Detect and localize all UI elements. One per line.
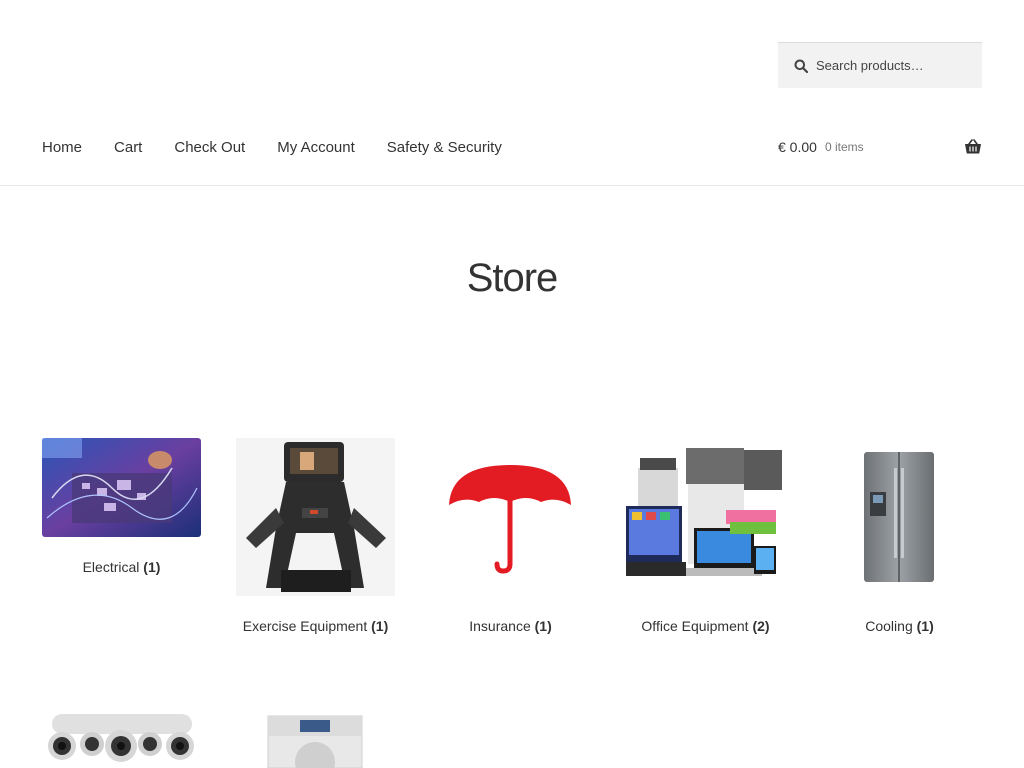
category-name: Exercise Equipment xyxy=(242,618,368,634)
nav-safety-security[interactable]: Safety & Security xyxy=(387,139,502,156)
nav-home[interactable]: Home xyxy=(42,139,82,156)
site-header: Home Cart Check Out My Account Safety & … xyxy=(0,0,1024,186)
refrigerator-image xyxy=(820,438,979,596)
category-name: Cooling xyxy=(865,618,913,634)
washing-machine-image xyxy=(236,700,395,768)
category-count: (1) xyxy=(534,618,552,634)
category-electrical[interactable]: Electrical (1) xyxy=(42,438,201,575)
search-input[interactable] xyxy=(816,58,966,73)
category-exercise-equipment[interactable]: Exercise Equipment (1) xyxy=(236,438,395,634)
category-cooling[interactable]: Cooling (1) xyxy=(820,438,979,634)
cart-amount: € 0.00 xyxy=(778,139,817,155)
nav-check-out[interactable]: Check Out xyxy=(174,139,245,156)
electrical-image xyxy=(42,438,201,537)
search-icon xyxy=(794,59,808,73)
category-count: (1) xyxy=(371,618,389,634)
category-count: (1) xyxy=(143,559,161,575)
security-cameras-image xyxy=(42,700,201,768)
office-equipment-image xyxy=(626,438,785,596)
page-title: Store xyxy=(466,256,559,300)
category-count: (1) xyxy=(916,618,934,634)
category-name: Insurance xyxy=(469,618,531,634)
category-security-cameras[interactable] xyxy=(42,700,201,768)
category-count: (2) xyxy=(752,618,770,634)
primary-navigation: Home Cart Check Out My Account Safety & … xyxy=(42,136,534,158)
category-name: Office Equipment xyxy=(641,618,749,634)
umbrella-image xyxy=(431,438,590,596)
treadmill-image xyxy=(236,438,395,596)
category-name: Electrical xyxy=(82,559,140,575)
basket-icon[interactable] xyxy=(964,139,982,155)
header-cart[interactable]: € 0.00 0 items xyxy=(778,136,982,158)
category-insurance[interactable]: Insurance (1) xyxy=(431,438,590,634)
product-search[interactable] xyxy=(778,42,982,88)
category-washing-machine[interactable] xyxy=(236,700,395,768)
nav-cart[interactable]: Cart xyxy=(114,139,142,156)
nav-my-account[interactable]: My Account xyxy=(277,139,355,156)
cart-item-count: 0 items xyxy=(824,140,864,154)
category-office-equipment[interactable]: Office Equipment (2) xyxy=(626,438,785,634)
